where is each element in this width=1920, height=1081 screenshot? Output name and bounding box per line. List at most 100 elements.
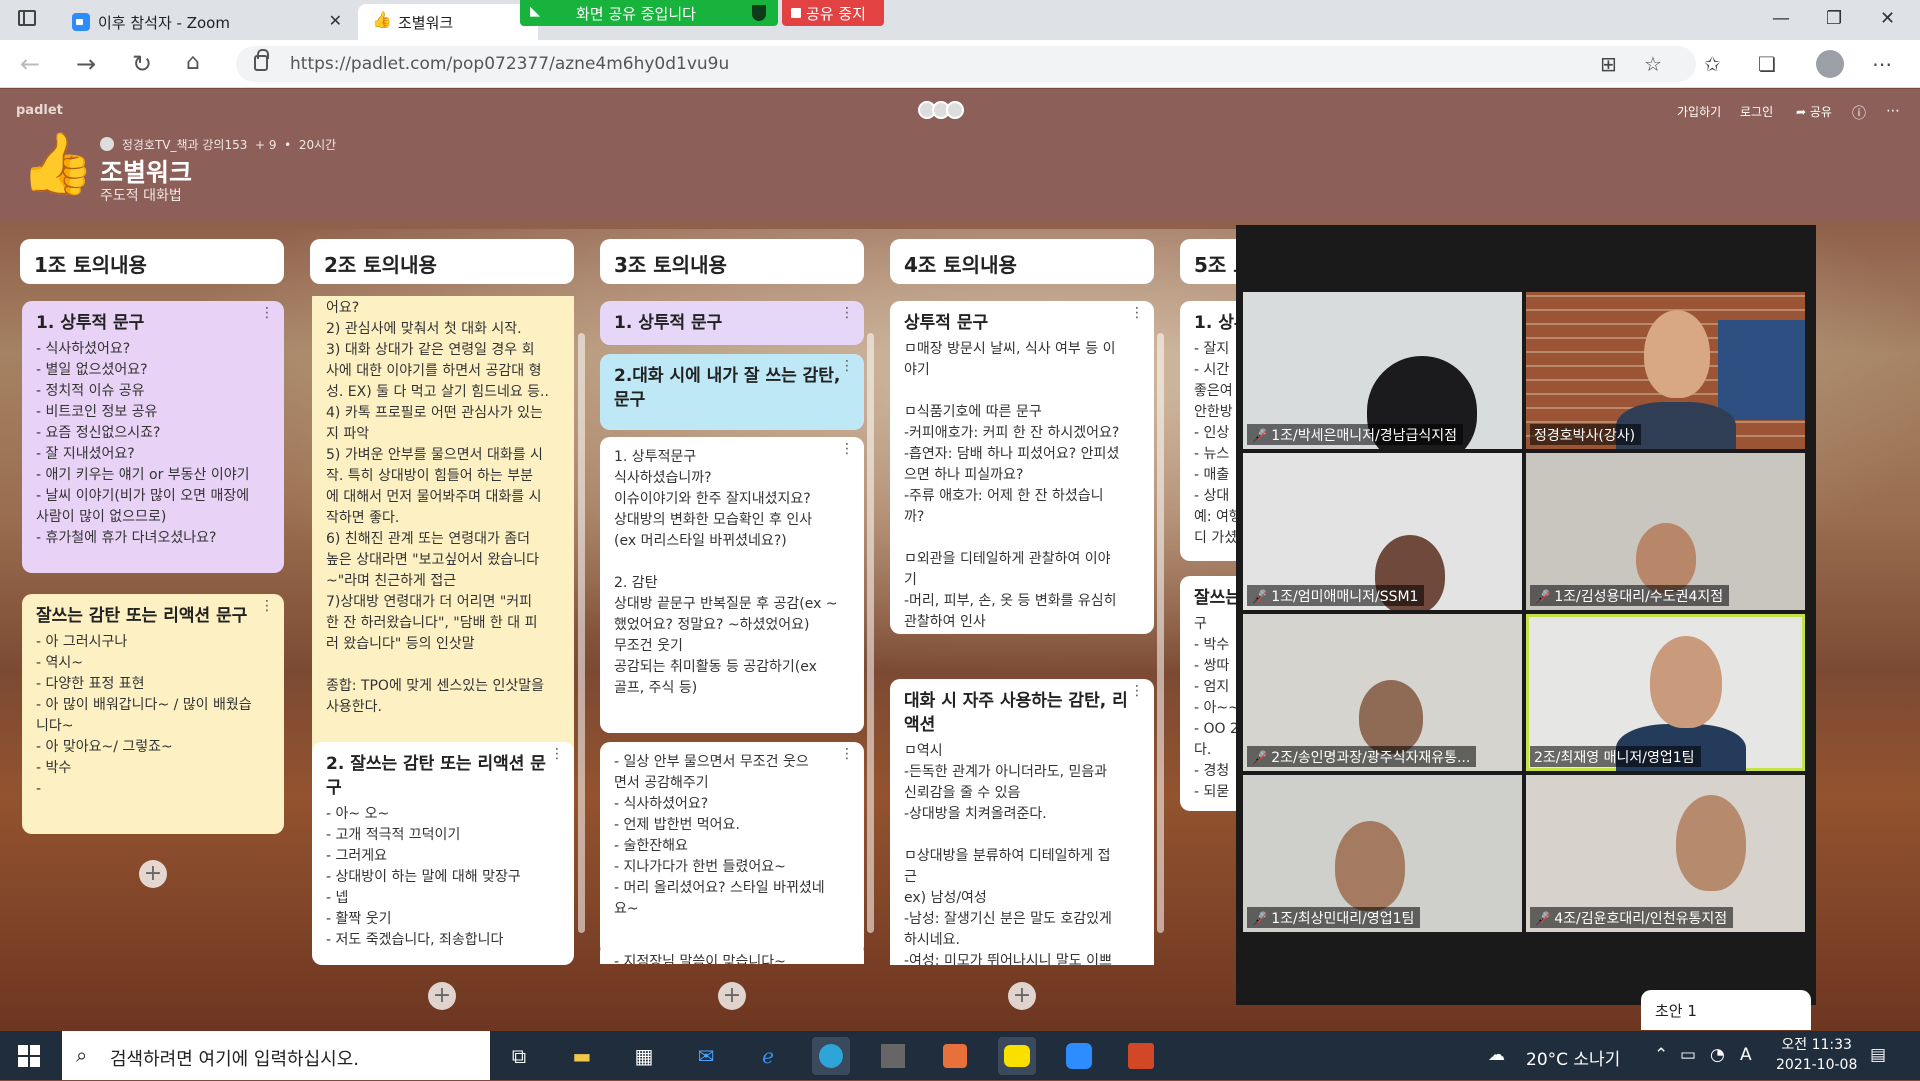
post-menu-icon[interactable]: ⋮ — [840, 359, 854, 373]
notifications-icon[interactable]: ▤ — [1870, 1045, 1886, 1065]
minimize-icon[interactable]: — — [1772, 8, 1790, 29]
post-menu-icon[interactable]: ⋮ — [260, 306, 274, 320]
photo-app-icon[interactable] — [936, 1037, 974, 1075]
column-scrollbar[interactable] — [578, 333, 585, 933]
maximize-icon[interactable]: ❐ — [1826, 8, 1842, 29]
post-card[interactable]: ⋮ 2. 잘쓰는 감탄 또는 리액션 문구 - 아~ 오~ - 고개 적극적 끄덕… — [312, 742, 574, 965]
participant-video[interactable]: 🎤̸ 1조/엄미애매니저/SSM1 — [1243, 453, 1522, 610]
windows-start-icon[interactable] — [18, 1045, 40, 1067]
post-menu-icon[interactable]: ⋮ — [840, 306, 854, 320]
column-header-1[interactable]: 1조 토의내용 — [20, 239, 284, 284]
post-menu-icon[interactable]: ⋮ — [840, 442, 854, 456]
home-icon[interactable]: ⌂ — [186, 50, 200, 75]
participant-video[interactable]: 🎤̸ 1조/박세은매니저/경남급식지점 — [1243, 292, 1522, 449]
column-header-4[interactable]: 4조 토의내용 — [890, 239, 1154, 284]
post-menu-icon[interactable]: ⋮ — [1130, 306, 1144, 320]
profile-avatar[interactable] — [1816, 50, 1844, 78]
mail-icon[interactable]: ✉ — [687, 1037, 725, 1075]
post-line: 성. EX) 둘 다 먹고 살기 힘드네요 등.. — [326, 384, 549, 400]
draft-tab[interactable]: 초안 1 — [1641, 990, 1811, 1030]
post-card[interactable]: 어요? 2) 관심사에 맞춰서 첫 대화 시작. 3) 대화 상대가 같은 연령일 … — [312, 296, 574, 799]
post-card[interactable]: ⋮ 2.대화 시에 내가 잘 쓰는 감탄, 문구 — [600, 354, 864, 430]
column-header-2[interactable]: 2조 토의내용 — [310, 239, 574, 284]
post-line: - 아 그러시구나 — [36, 634, 128, 650]
tab-padlet[interactable]: 👍 조별워크 — [358, 4, 538, 40]
padlet-logo[interactable]: padlet — [16, 103, 63, 118]
more-menu-icon[interactable]: ⋯ — [1886, 103, 1900, 119]
column-header-3[interactable]: 3조 토의내용 — [600, 239, 864, 284]
weather-text[interactable]: 20°C 소나기 — [1526, 1045, 1620, 1070]
post-menu-icon[interactable]: ⋮ — [260, 599, 274, 613]
kakaotalk-icon[interactable] — [998, 1037, 1036, 1075]
tab-zoom[interactable]: 이후 참석자 - Zoom ✕ — [58, 4, 358, 40]
screen-share-banner[interactable]: ◣ 화면 공유 중입니다 — [520, 0, 778, 26]
column-scrollbar[interactable] — [1157, 333, 1164, 933]
refresh-icon[interactable]: ↻ — [132, 50, 152, 78]
collections-icon[interactable]: ❏ — [1758, 52, 1776, 76]
add-post-button[interactable]: + — [1008, 982, 1036, 1010]
post-line: - 박수 — [36, 760, 72, 776]
battery-icon[interactable]: ▭ — [1680, 1045, 1696, 1065]
weather-icon[interactable]: ☁ — [1488, 1045, 1505, 1065]
participant-figure — [1676, 795, 1746, 891]
participant-video[interactable]: 🎤̸ 1조/최상민대리/영업1팀 — [1243, 775, 1522, 932]
powerpoint-icon[interactable] — [1122, 1037, 1160, 1075]
help-icon[interactable]: ⓘ — [1852, 103, 1866, 123]
post-card[interactable]: ⋮ 잘쓰는 감탄 또는 리액션 문구 - 아 그러시구나 - 역시~ - 다양한 표… — [22, 594, 284, 834]
taskbar-search[interactable]: ⌕ 검색하려면 여기에 입력하십시오. — [62, 1031, 490, 1080]
stop-share-button[interactable]: 공유 중지 — [782, 0, 884, 26]
participant-video[interactable]: 🎤̸ 1조/김성용대리/수도권4지점 — [1526, 453, 1805, 610]
post-menu-icon[interactable]: ⋮ — [550, 747, 564, 761]
participant-video[interactable]: 🎤̸ 2조/송인명과장/광주식자재유통... — [1243, 614, 1522, 771]
address-bar: ← → ↻ ⌂ https://padlet.com/pop072377/azn… — [0, 40, 1920, 88]
participant-video[interactable]: 🎤̸ 4조/김윤호대리/인천유통지점 — [1526, 775, 1805, 932]
signup-link[interactable]: 가입하기 — [1677, 103, 1721, 120]
more-icon[interactable]: ⋯ — [1872, 52, 1892, 76]
add-post-button[interactable]: + — [139, 860, 167, 888]
post-line: ㅁ매장 방문시 날씨, 식사 여부 등 이 — [904, 341, 1116, 357]
internet-explorer-icon[interactable]: ℯ — [749, 1037, 787, 1075]
taskbar-clock[interactable]: 오전 11:33 2021-10-08 — [1776, 1035, 1857, 1075]
show-hidden-icons[interactable]: ⌃ — [1654, 1045, 1668, 1065]
post-body: - 식사하셨어요? - 별일 없으셨어요? - 정치적 이슈 공유 - 비트코인 정보… — [36, 339, 270, 549]
add-favorite-icon[interactable]: ☆ — [1644, 52, 1662, 76]
post-card[interactable]: ⋮ - 일상 안부 물으면서 무조건 웃으 면서 공감해주기 - 식사하셨어요? - … — [600, 742, 864, 956]
forward-icon[interactable]: → — [76, 50, 96, 78]
post-card[interactable]: ⋮ 대화 시 자주 사용하는 감탄, 리액션 ㅁ역시 -든독한 관계가 아니더라도… — [890, 679, 1154, 965]
post-line: 사에 대한 이야기를 하면서 공감대 형 — [326, 363, 542, 379]
login-link[interactable]: 로그인 — [1740, 103, 1773, 120]
app-grid-icon[interactable]: ⊞ — [1600, 52, 1617, 76]
input-method-indicator[interactable]: A — [1740, 1045, 1752, 1065]
url-field[interactable]: https://padlet.com/pop072377/azne4m6hy0d… — [236, 46, 1696, 82]
participant-video-active-speaker[interactable]: 2조/최재영 매니저/영업1팀 — [1526, 614, 1805, 771]
edge-icon[interactable] — [812, 1037, 850, 1075]
add-post-button[interactable]: + — [718, 982, 746, 1010]
column-scrollbar[interactable] — [867, 333, 874, 933]
post-line: 1. 상투적문구 — [614, 449, 697, 465]
post-card[interactable]: ⋮ 1. 상투적 문구 — [600, 301, 864, 345]
participant-name: 🎤̸ 2조/송인명과장/광주식자재유통... — [1247, 746, 1477, 767]
back-icon[interactable]: ← — [20, 50, 40, 78]
post-card[interactable]: ⋮ 1. 상투적 문구 - 식사하셨어요? - 별일 없으셨어요? - 정치적 이슈… — [22, 301, 284, 573]
app-icon[interactable] — [874, 1037, 912, 1075]
participant-video[interactable]: 정경호박사(강사) — [1526, 292, 1805, 449]
post-menu-icon[interactable]: ⋮ — [1130, 684, 1144, 698]
file-explorer-icon[interactable]: ▬ — [563, 1037, 601, 1075]
post-card[interactable]: ⋮ 상투적 문구 ㅁ매장 방문시 날씨, 식사 여부 등 이 야기 ㅁ식품기호에 … — [890, 301, 1154, 634]
add-post-button[interactable]: + — [428, 982, 456, 1010]
favorites-icon[interactable]: ✩ — [1704, 52, 1721, 76]
post-line: -든독한 관계가 아니더라도, 믿음과 — [904, 764, 1108, 780]
tab-actions-icon[interactable] — [18, 10, 36, 26]
store-icon[interactable]: ▦ — [625, 1037, 663, 1075]
post-card[interactable]: ⋮ 1. 상투적문구 식사하셨습니까? 이슈이야기와 한주 잘지내셨지요? 상대방의 … — [600, 437, 864, 733]
wifi-icon[interactable]: ◔ — [1710, 1045, 1725, 1065]
zoom-app-icon[interactable] — [1060, 1037, 1098, 1075]
task-view-icon[interactable]: ⧉ — [500, 1037, 538, 1075]
close-window-icon[interactable]: ✕ — [1880, 8, 1895, 29]
share-link[interactable]: ➦ 공유 — [1796, 103, 1832, 120]
post-card[interactable]: - 지점장님 말씀이 맞습니다~ — [600, 942, 864, 964]
post-menu-icon[interactable]: ⋮ — [840, 747, 854, 761]
zoom-gallery-window[interactable]: 🎤̸ 1조/박세은매니저/경남급식지점 정경호박사(강사) 🎤̸ 1조/엄미애매니저… — [1236, 225, 1816, 1005]
post-line: 이슈이야기와 한주 잘지내셨지요? — [614, 491, 811, 507]
close-icon[interactable]: ✕ — [329, 11, 342, 30]
